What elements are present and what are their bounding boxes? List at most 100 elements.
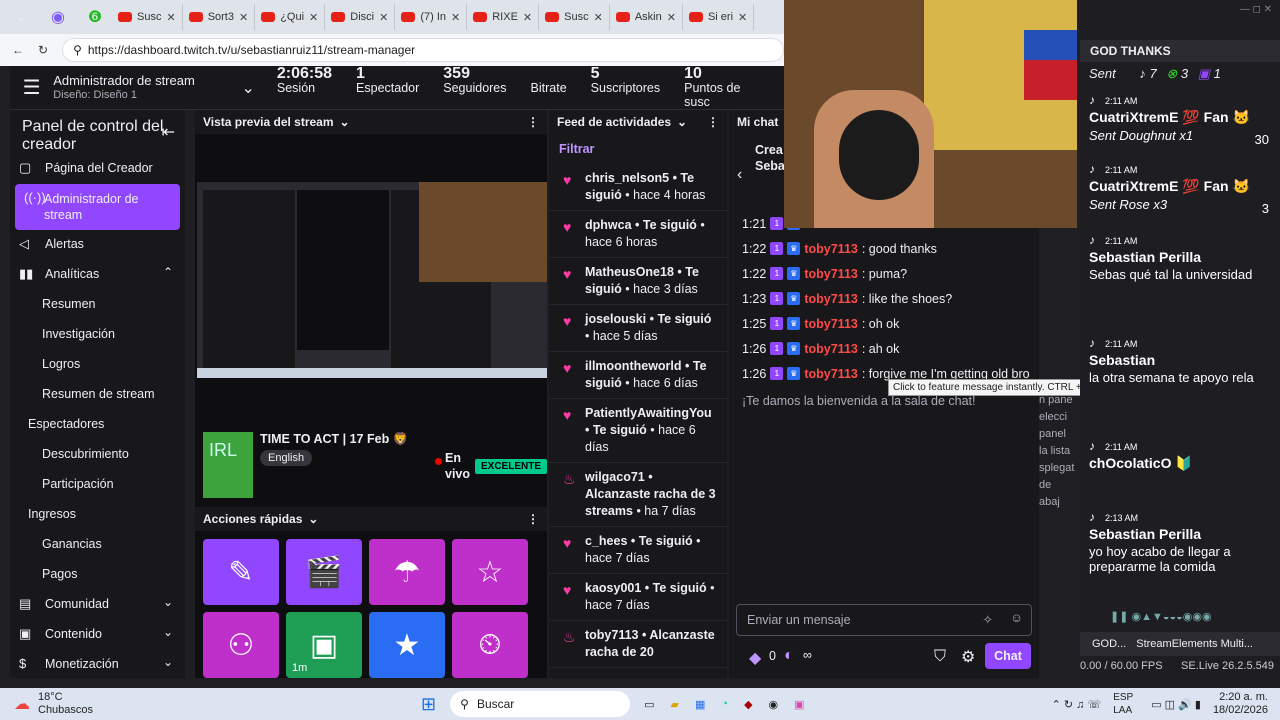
tray-icons[interactable]: ⌃ ↻ ♫ ☏: [1052, 698, 1102, 711]
feed-item[interactable]: ♥ illmoontheworld • Te siguió • hace 6 dí…: [549, 352, 727, 399]
chevron-down-icon[interactable]: ⌄: [241, 78, 254, 98]
tiktok-message[interactable]: ♪ 2:11 AM CuatriXtremE 💯 Fan 🐱 Sent Rose x3…: [1089, 161, 1271, 216]
tab-streamelements[interactable]: StreamElements Multi...: [1136, 638, 1253, 650]
menu-icon[interactable]: ☰: [10, 75, 53, 100]
sidebar-item[interactable]: Ingresos: [10, 500, 185, 530]
chat-user[interactable]: toby7113: [804, 242, 858, 256]
sidebar-item[interactable]: ▤ Comunidad ⌄: [10, 590, 185, 620]
tab-list-icon[interactable]: ⌄: [6, 10, 36, 24]
tiktok-message[interactable]: ♪ 2:11 AM chOcolaticO 🔰: [1089, 438, 1271, 474]
browser-tab[interactable]: Susc ✕: [539, 4, 610, 30]
taskbar-search[interactable]: ⚲ Buscar: [450, 691, 631, 717]
browser-tab[interactable]: Disci ✕: [325, 4, 396, 30]
channel-points-icon[interactable]: ◐: [784, 647, 794, 665]
shoutout-button[interactable]: ★: [369, 612, 445, 678]
tab-pinned-icon[interactable]: ❻: [80, 7, 110, 27]
chevron-down-icon[interactable]: ⌄: [163, 655, 173, 669]
close-icon[interactable]: ✕: [667, 11, 676, 24]
chat-message[interactable]: 1:25 1 ♛ toby7113: oh ok: [729, 311, 1039, 336]
more-icon[interactable]: ⋮: [527, 512, 539, 526]
task-view-icon[interactable]: ▭: [644, 698, 654, 711]
sidebar-item[interactable]: Descubrimiento: [10, 440, 185, 470]
tiktok-message[interactable]: ♪ 2:11 AM Sebastian Perilla Sebas qué tal l…: [1089, 232, 1271, 282]
sparkle-icon[interactable]: ✧: [983, 612, 993, 627]
obs-icon[interactable]: ◉: [769, 698, 779, 711]
close-icon[interactable]: ✕: [309, 11, 318, 24]
sidebar-item[interactable]: Participación: [10, 470, 185, 500]
sidebar-item[interactable]: Investigación: [10, 320, 185, 350]
clip-button[interactable]: 🎬: [286, 539, 362, 605]
chat-message[interactable]: 1:22 1 ♛ toby7113: puma?: [729, 261, 1039, 286]
chevron-down-icon[interactable]: ⌄: [340, 115, 350, 129]
filter-link[interactable]: Filtrar: [549, 134, 727, 164]
sidebar-item[interactable]: ((·)) Administrador de stream: [15, 184, 180, 230]
store-icon[interactable]: ▦: [695, 698, 705, 711]
sidebar-item[interactable]: ◁ Alertas: [10, 230, 185, 260]
close-icon[interactable]: ✕: [594, 11, 603, 24]
browser-tab[interactable]: (7) In ✕: [395, 4, 468, 30]
shield-icon[interactable]: ⛉: [934, 648, 946, 666]
chat-user[interactable]: toby7113: [804, 342, 858, 356]
sidebar-item[interactable]: ▢ Página del Creador: [10, 154, 185, 184]
chevron-down-icon[interactable]: ⌄: [163, 625, 173, 639]
language-indicator[interactable]: ESP LAA: [1113, 691, 1139, 717]
close-icon[interactable]: ✕: [379, 11, 388, 24]
browser-tab[interactable]: Si eri ✕: [683, 4, 755, 30]
chat-user[interactable]: toby7113: [804, 292, 858, 306]
close-icon[interactable]: ✕: [239, 11, 248, 24]
prediction-button[interactable]: ☂: [369, 539, 445, 605]
sidebar-item[interactable]: Resumen de stream: [10, 380, 185, 410]
back-chevron-icon[interactable]: ‹: [737, 166, 742, 184]
feed-item[interactable]: ♨ toby7113 • Alcanzaste racha de 20: [549, 621, 727, 668]
tiktok-message[interactable]: ♪ 2:11 AM Sebastian la otra semana te apoyo…: [1089, 335, 1271, 385]
feed-item[interactable]: ♥ PatientlyAwaitingYou • Te siguió • hace…: [549, 399, 727, 463]
feed-item[interactable]: ♥ MatheusOne18 • Te siguió • hace 3 días: [549, 258, 727, 305]
chat-send-button[interactable]: Chat: [985, 643, 1031, 669]
chevron-up-icon[interactable]: ⌃: [163, 265, 173, 279]
chat-user[interactable]: toby7113: [804, 317, 858, 331]
reload-icon[interactable]: ↻: [38, 43, 48, 57]
sidebar-item[interactable]: ▮▮ Analíticas ⌃: [10, 260, 185, 290]
reward-button[interactable]: ⏲: [452, 612, 528, 678]
chat-user[interactable]: toby7113: [804, 367, 858, 381]
url-field[interactable]: ⚲ https://dashboard.twitch.tv/u/sebastian…: [62, 38, 784, 62]
feed-item[interactable]: ♥ dphwca • Te siguió • hace 6 horas: [549, 211, 727, 258]
feed-item[interactable]: ♥ kaosy001 • Te siguió • hace 7 días: [549, 574, 727, 621]
feed-item[interactable]: ♨ wilgaco71 • Alcanzaste racha de 3 strea…: [549, 463, 727, 527]
chat-message[interactable]: 1:26 1 ♛ toby7113: ah ok: [729, 336, 1039, 361]
sidebar-item[interactable]: Logros: [10, 350, 185, 380]
chat-message[interactable]: 1:22 1 ♛ toby7113: good thanks: [729, 236, 1039, 261]
browser-tab[interactable]: Sort3 ✕: [183, 4, 256, 30]
close-icon[interactable]: ✕: [523, 11, 532, 24]
chevron-down-icon[interactable]: ⌄: [677, 115, 687, 129]
sidebar-item[interactable]: $ Monetización ⌄: [10, 650, 185, 678]
language-tag[interactable]: English: [260, 450, 313, 466]
feed-item[interactable]: ♥ c_hees • Te siguió • hace 7 días: [549, 527, 727, 574]
browser-tab[interactable]: Askin ✕: [610, 4, 683, 30]
layout-selector[interactable]: Administrador de stream Diseño: Diseño 1: [53, 73, 249, 103]
sidebar-item[interactable]: Espectadores: [10, 410, 185, 440]
tiktok-message[interactable]: ♪ 2:13 AM Sebastian Perilla yo hoy acabo de…: [1089, 509, 1271, 574]
browser-tab[interactable]: ¿Qui ✕: [255, 4, 326, 30]
chat-user[interactable]: toby7113: [804, 267, 858, 281]
highlight-button[interactable]: ☆: [452, 539, 528, 605]
feed-item[interactable]: ♥ joselouski • Te siguió • hace 5 días: [549, 305, 727, 352]
clock[interactable]: 2:20 a. m. 18/02/2026: [1213, 691, 1268, 717]
add-moderator-button[interactable]: ⚇: [203, 612, 279, 678]
bits-icon[interactable]: ◆: [749, 648, 761, 668]
close-icon[interactable]: ✕: [166, 11, 175, 24]
tab-god[interactable]: GOD...: [1092, 638, 1126, 650]
explorer-icon[interactable]: ▰: [671, 698, 679, 711]
tiktok-message[interactable]: ♪ 2:11 AM CuatriXtremE 💯 Fan 🐱 Sent Doughnu…: [1089, 92, 1271, 147]
gear-icon[interactable]: ⚙: [961, 647, 975, 667]
sidebar-item[interactable]: ▣ Contenido ⌄: [10, 620, 185, 650]
app-icon[interactable]: ▣: [794, 698, 804, 711]
browser-tab[interactable]: RIXE ✕: [467, 4, 540, 30]
chat-input[interactable]: Enviar un mensaje ✧ ☺: [736, 604, 1032, 636]
more-icon[interactable]: ⋮: [707, 115, 719, 129]
chevron-down-icon[interactable]: ⌄: [308, 512, 318, 526]
app-icon[interactable]: ◆: [744, 698, 752, 711]
close-icon[interactable]: ✕: [738, 11, 747, 24]
sidebar-item[interactable]: Ganancias: [10, 530, 185, 560]
ad-button[interactable]: ▣ 1m: [286, 612, 362, 678]
